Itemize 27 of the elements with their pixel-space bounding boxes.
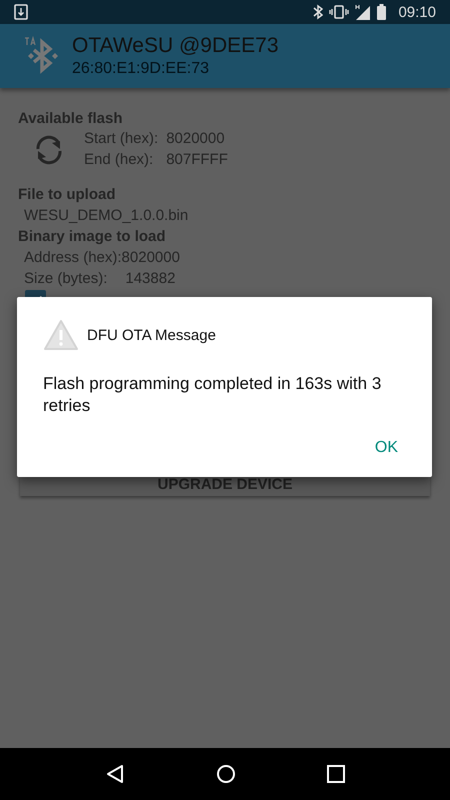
start-label: Start (hex): <box>84 129 158 149</box>
section-heading: File to upload <box>18 185 116 205</box>
home-icon[interactable] <box>216 764 236 784</box>
size-label: Size (bytes): <box>24 269 108 289</box>
warning-icon <box>43 319 79 351</box>
battery-icon <box>377 4 386 20</box>
dialog-message: Flash programming completed in 163s with 3 retries <box>43 373 382 417</box>
ok-button[interactable]: OK <box>362 435 410 461</box>
signal-icon <box>355 4 372 20</box>
dialog-title: DFU OTA Message <box>87 326 216 344</box>
bluetooth-icon <box>313 4 324 20</box>
end-value: 807FFFF <box>166 150 228 170</box>
end-label: End (hex): <box>84 150 154 170</box>
clock-time: 09:10 <box>398 4 436 20</box>
download-icon <box>14 4 28 20</box>
recents-icon[interactable] <box>326 765 345 783</box>
file-name: WESU_DEMO_1.0.0.bin <box>24 206 188 226</box>
size-value: 143882 <box>125 269 176 289</box>
address-value: 8020000 <box>122 248 180 268</box>
device-address: 26:80:E1:9D:EE:73 <box>72 60 210 78</box>
device-title: OTAWeSU @9DEE73 <box>72 34 278 58</box>
vibrate-icon <box>329 5 350 19</box>
back-icon[interactable] <box>105 764 126 784</box>
section-heading: Binary image to load <box>18 227 166 247</box>
section-heading: Available flash <box>18 109 122 129</box>
start-value: 8020000 <box>166 129 226 149</box>
address-label: Address (hex): <box>24 248 122 268</box>
